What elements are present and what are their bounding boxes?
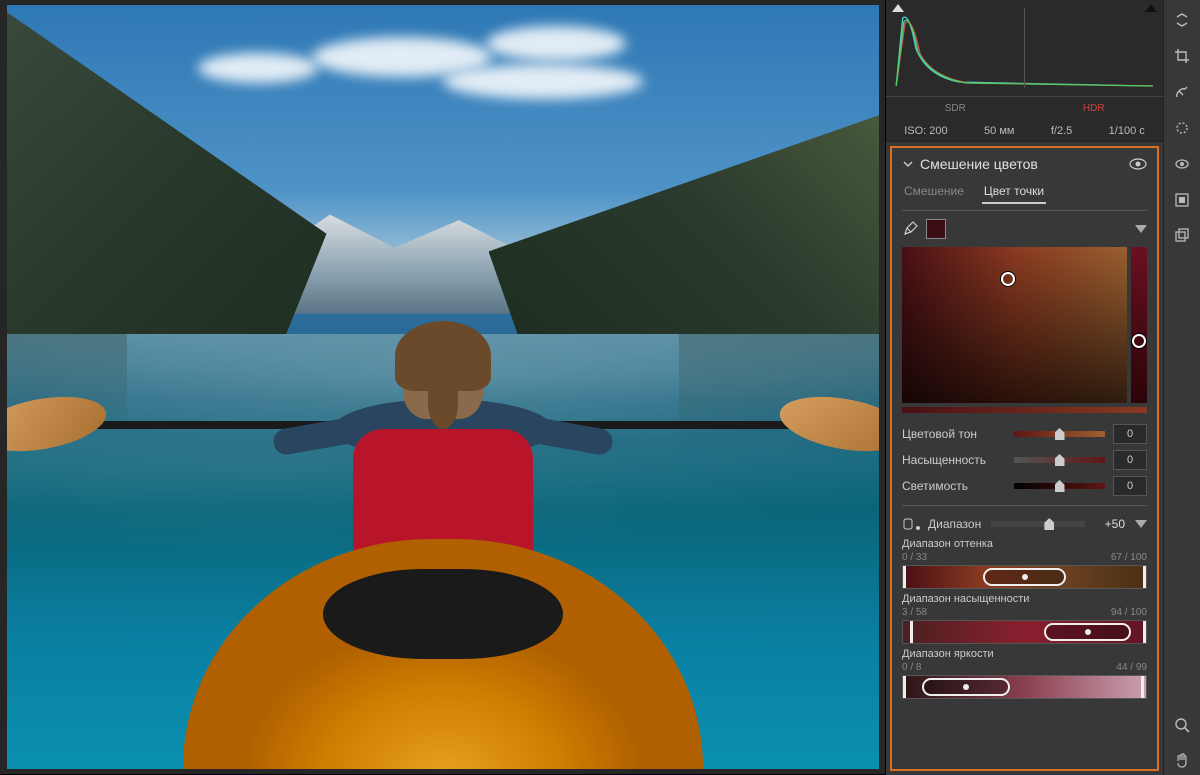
lum-range-title: Диапазон яркости (902, 648, 1147, 660)
luminance-value[interactable]: 0 (1113, 476, 1147, 496)
saturation-label: Насыщенность (902, 453, 1014, 467)
exif-shutter: 1/100 с (1109, 125, 1145, 137)
presets-icon[interactable] (1168, 186, 1196, 214)
range-slider[interactable] (991, 521, 1085, 527)
redeye-icon[interactable] (1168, 150, 1196, 178)
swatch-menu-icon[interactable] (1135, 225, 1147, 233)
mask-icon[interactable] (1168, 114, 1196, 142)
hue-range-right: 67 / 100 (1111, 552, 1147, 563)
exif-iso: ISO: 200 (904, 125, 947, 137)
eyedropper-icon[interactable] (902, 221, 918, 237)
visibility-toggle-icon[interactable] (1129, 157, 1147, 171)
photo-canvas[interactable] (7, 5, 879, 769)
photo-workspace (0, 0, 886, 775)
lum-range-right: 44 / 99 (1116, 662, 1147, 673)
lum-range-left: 0 / 8 (902, 662, 921, 673)
histogram-tab-hdr[interactable]: HDR (1025, 96, 1164, 120)
range-label: Диапазон (928, 517, 981, 531)
color-preview-strip (902, 407, 1147, 413)
saturation-field[interactable] (902, 247, 1127, 403)
panel-title: Смешение цветов (920, 156, 1038, 172)
switch-panel-icon[interactable] (1168, 6, 1196, 34)
hand-icon[interactable] (1168, 747, 1196, 775)
color-mixer-panel: Смешение цветов Смешение Цвет точки Цвет… (890, 146, 1159, 771)
tab-point-color[interactable]: Цвет точки (982, 180, 1046, 204)
histogram-tab-sdr[interactable]: SDR (886, 96, 1025, 120)
luminance-slider[interactable] (1014, 483, 1105, 489)
sat-range-title: Диапазон насыщенности (902, 593, 1147, 605)
tool-strip (1164, 0, 1200, 775)
hue-value[interactable]: 0 (1113, 424, 1147, 444)
exif-aperture: f/2.5 (1051, 125, 1072, 137)
range-value[interactable]: +50 (1095, 517, 1125, 531)
zoom-icon[interactable] (1168, 711, 1196, 739)
sat-range-right: 94 / 100 (1111, 607, 1147, 618)
exif-focal: 50 мм (984, 125, 1014, 137)
hue-label: Цветовой тон (902, 427, 1014, 441)
sat-range-bar[interactable] (902, 620, 1147, 644)
collapse-icon[interactable] (902, 158, 914, 170)
histogram[interactable]: SDR HDR (886, 0, 1163, 120)
luminance-label: Светимость (902, 479, 1014, 493)
hue-strip[interactable] (1131, 247, 1147, 403)
range-icon[interactable] (902, 516, 922, 532)
lum-range-bar[interactable] (902, 675, 1147, 699)
hue-range-bar[interactable] (902, 565, 1147, 589)
right-panel: SDR HDR ISO: 200 50 мм f/2.5 1/100 с Сме… (886, 0, 1164, 775)
layers-icon[interactable] (1168, 222, 1196, 250)
saturation-value[interactable]: 0 (1113, 450, 1147, 470)
sat-range-left: 3 / 58 (902, 607, 927, 618)
hue-range-left: 0 / 33 (902, 552, 927, 563)
exif-bar: ISO: 200 50 мм f/2.5 1/100 с (886, 120, 1163, 142)
hue-slider[interactable] (1014, 431, 1105, 437)
crop-icon[interactable] (1168, 42, 1196, 70)
range-menu-icon[interactable] (1135, 520, 1147, 528)
tab-mixing[interactable]: Смешение (902, 180, 966, 204)
hue-range-title: Диапазон оттенка (902, 538, 1147, 550)
saturation-slider[interactable] (1014, 457, 1105, 463)
color-swatch[interactable] (926, 219, 946, 239)
heal-brush-icon[interactable] (1168, 78, 1196, 106)
